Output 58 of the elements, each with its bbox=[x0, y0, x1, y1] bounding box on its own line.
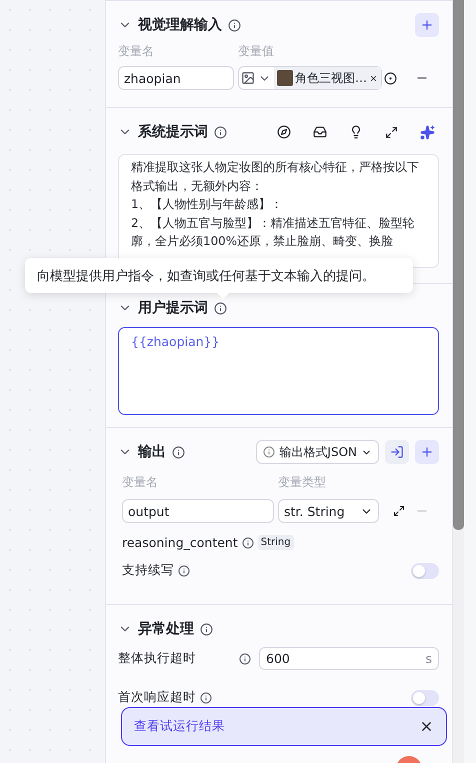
arrow-into-box-icon bbox=[390, 445, 404, 459]
info-icon bbox=[228, 18, 241, 32]
toggle-switch[interactable] bbox=[411, 562, 439, 578]
photo-placeholder bbox=[277, 70, 293, 86]
view-results-link[interactable]: 查看试运行结果 bbox=[134, 718, 225, 735]
import-button[interactable] bbox=[385, 440, 409, 464]
info-icon bbox=[172, 446, 185, 458]
info-icon bbox=[178, 564, 190, 576]
expand-icon bbox=[393, 505, 405, 517]
info-icon bbox=[242, 536, 254, 548]
section-title: 用户提示词 bbox=[138, 299, 208, 317]
info-icon bbox=[263, 446, 276, 458]
variable-name-field[interactable]: output bbox=[122, 499, 274, 523]
compass-icon bbox=[277, 125, 291, 139]
field-label: 首次响应超时 bbox=[118, 689, 196, 706]
user-prompt-field[interactable]: {{zhaopian}} bbox=[118, 327, 439, 415]
prompt-text: 1、【人物性别与年龄感】： bbox=[131, 196, 284, 213]
add-button[interactable] bbox=[415, 13, 439, 37]
field-label: 整体执行超时 bbox=[118, 650, 197, 667]
section-title: 输出 bbox=[138, 443, 166, 461]
prompt-text: 精准提取这张人物定妆图的所有核心特征，严格按以下格式输出，无额外内容： bbox=[131, 159, 420, 194]
inbox-icon bbox=[313, 125, 327, 139]
image-icon bbox=[241, 71, 255, 85]
toggle-switch[interactable] bbox=[411, 690, 439, 706]
column-label: 变量值 bbox=[238, 43, 274, 60]
column-label: 变量名 bbox=[122, 474, 159, 491]
info-icon bbox=[200, 622, 213, 636]
expand-icon bbox=[385, 126, 398, 138]
info-icon bbox=[200, 692, 212, 704]
tooltip: 向模型提供用户指令，如查询或任何基于文本输入的提问。 bbox=[25, 258, 413, 293]
info-icon bbox=[239, 652, 251, 664]
section-title: 视觉理解输入 bbox=[138, 16, 222, 34]
section-title: 系统提示词 bbox=[138, 123, 208, 141]
variable-name-field[interactable]: zhaopian bbox=[118, 66, 234, 90]
lightbulb-icon bbox=[349, 125, 363, 139]
file-chip[interactable]: 角色三视图… bbox=[274, 67, 381, 89]
plus-icon bbox=[420, 445, 434, 459]
add-button[interactable] bbox=[415, 440, 439, 464]
info-icon bbox=[214, 302, 227, 314]
sparkles-icon[interactable] bbox=[420, 124, 435, 140]
format-dropdown[interactable]: 输出格式JSON bbox=[256, 440, 379, 464]
info-icon bbox=[214, 126, 227, 138]
column-label: 变量类型 bbox=[278, 474, 326, 491]
timeout-field[interactable]: 600 s bbox=[259, 647, 439, 670]
type-dropdown[interactable]: str. String bbox=[278, 499, 379, 523]
system-prompt-field[interactable]: 精准提取这张人物定妆图的所有核心特征，严格按以下格式输出，无额外内容： 1、【人物性别与年龄感】： 2、【人物五官与脸型】：精准描述五官特征、脸型轮廓，全片必须100%还原，禁止脸崩、畸变、换脸 bbox=[118, 154, 439, 268]
scrollbar[interactable] bbox=[453, 0, 464, 763]
target-icon bbox=[384, 72, 397, 84]
field-label: 支持续写 bbox=[122, 562, 174, 579]
column-label: 变量名 bbox=[118, 43, 155, 60]
close-icon[interactable] bbox=[369, 74, 378, 82]
prompt-text: 2、【人物五官与脸型】：精准描述五官特征、脸型轮廓，全片必须100%还原，禁止脸崩、畸变、换脸 bbox=[131, 214, 416, 250]
close-icon[interactable] bbox=[419, 719, 434, 734]
plus-icon bbox=[420, 18, 434, 32]
type-tag: String bbox=[258, 535, 294, 550]
field-label: reasoning_content bbox=[122, 535, 238, 550]
section-title: 异常处理 bbox=[138, 620, 194, 638]
tooltip-arrow bbox=[216, 292, 230, 299]
